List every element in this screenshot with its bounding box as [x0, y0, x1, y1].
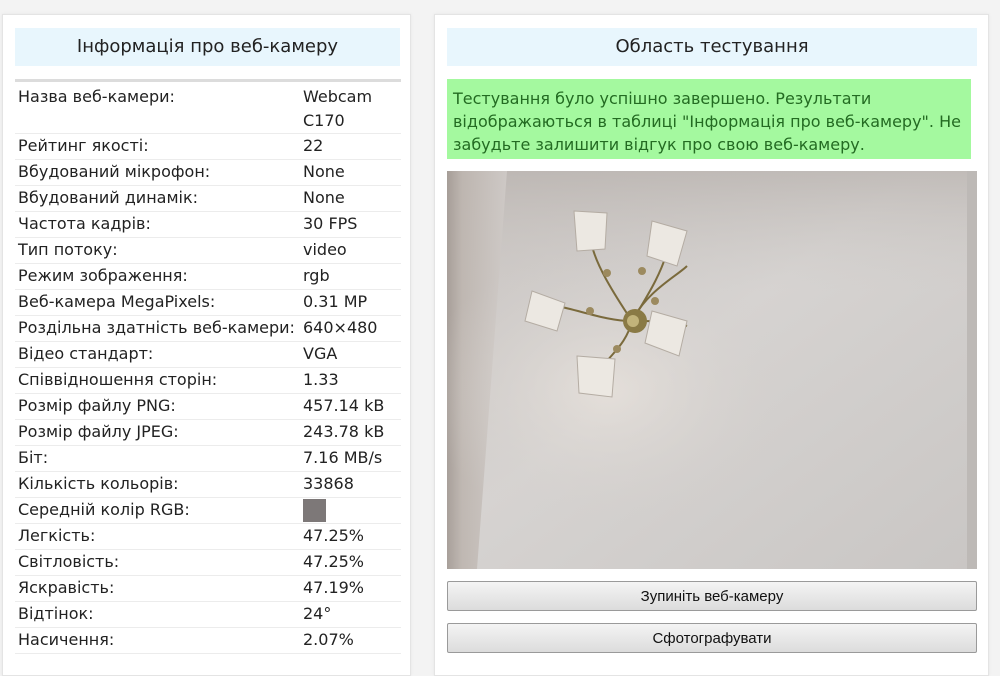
info-row: Світловість: 47.25% — [15, 549, 401, 576]
info-row: Яскравість: 47.19% — [15, 575, 401, 602]
info-value: 457.14 kB — [301, 393, 401, 420]
info-value: 47.25% — [301, 549, 401, 576]
info-row: Співвідношення сторін: 1.33 — [15, 367, 401, 394]
info-value: 22 — [301, 133, 401, 160]
info-label: Співвідношення сторін: — [15, 367, 301, 394]
info-value: 7.16 MB/s — [301, 445, 401, 472]
info-row: Розмір файлу JPEG: 243.78 kB — [15, 419, 401, 446]
info-label: Назва веб-камери: — [15, 80, 301, 134]
info-row: Середній колір RGB: — [15, 497, 401, 524]
info-value: 2.07% — [301, 627, 401, 654]
info-label: Роздільна здатність веб-камери: — [15, 315, 301, 342]
testing-area-title: Область тестування — [447, 28, 977, 66]
info-row: Кількість кольорів: 33868 — [15, 471, 401, 498]
testing-area-panel: Область тестування Тестування було успіш… — [434, 14, 989, 676]
info-label: Відтінок: — [15, 601, 301, 628]
info-row: Легкість: 47.25% — [15, 523, 401, 550]
info-value: 24° — [301, 601, 401, 628]
webcam-preview — [447, 171, 977, 569]
info-label: Режим зображення: — [15, 263, 301, 290]
info-value: 0.31 MP — [301, 289, 401, 316]
info-row: Рейтинг якості: 22 — [15, 133, 401, 160]
info-label: Розмір файлу JPEG: — [15, 419, 301, 446]
info-row: Частота кадрів: 30 FPS — [15, 211, 401, 238]
info-value: None — [301, 159, 401, 186]
webcam-info-panel: Інформація про веб-камеру Назва веб-каме… — [2, 14, 411, 676]
info-label: Рейтинг якості: — [15, 133, 301, 160]
webcam-frame-image — [447, 171, 977, 569]
info-label: Вбудований динамік: — [15, 185, 301, 212]
info-value: video — [301, 237, 401, 264]
success-message: Тестування було успішно завершено. Резул… — [447, 79, 971, 159]
info-row: Вбудований динамік: None — [15, 185, 401, 212]
info-value: 1.33 — [301, 367, 401, 394]
info-value: rgb — [301, 263, 401, 290]
info-label: Веб-камера MegaPixels: — [15, 289, 301, 316]
info-row: Тип потоку: video — [15, 237, 401, 264]
info-value: 47.25% — [301, 523, 401, 550]
info-label: Відео стандарт: — [15, 341, 301, 368]
info-label: Насичення: — [15, 627, 301, 654]
info-label: Середній колір RGB: — [15, 497, 301, 524]
stop-webcam-button[interactable]: Зупиніть веб-камеру — [447, 581, 977, 611]
webcam-info-title: Інформація про веб-камеру — [15, 28, 400, 66]
info-label: Біт: — [15, 445, 301, 472]
info-row: Вбудований мікрофон: None — [15, 159, 401, 186]
info-row: Режим зображення: rgb — [15, 263, 401, 290]
info-value: 640×480 — [301, 315, 401, 342]
webcam-info-table: Назва веб-камери: Webcam C170 Рейтинг якос… — [15, 79, 401, 654]
average-color-cell — [301, 497, 401, 524]
info-label: Розмір файлу PNG: — [15, 393, 301, 420]
info-label: Частота кадрів: — [15, 211, 301, 238]
info-row: Розмір файлу PNG: 457.14 kB — [15, 393, 401, 420]
info-row: Роздільна здатність веб-камери: 640×480 — [15, 315, 401, 342]
average-color-swatch — [303, 499, 326, 522]
info-label: Легкість: — [15, 523, 301, 550]
info-row: Насичення: 2.07% — [15, 627, 401, 654]
info-value: 243.78 kB — [301, 419, 401, 446]
info-value: 33868 — [301, 471, 401, 498]
info-label: Тип потоку: — [15, 237, 301, 264]
info-row: Біт: 7.16 MB/s — [15, 445, 401, 472]
info-row: Відео стандарт: VGA — [15, 341, 401, 368]
info-value: VGA — [301, 341, 401, 368]
info-label: Вбудований мікрофон: — [15, 159, 301, 186]
info-label: Кількість кольорів: — [15, 471, 301, 498]
info-value: 47.19% — [301, 575, 401, 602]
info-row: Відтінок: 24° — [15, 601, 401, 628]
info-row: Назва веб-камери: Webcam C170 — [15, 80, 401, 134]
info-label: Світловість: — [15, 549, 301, 576]
info-value: 30 FPS — [301, 211, 401, 238]
info-value: Webcam C170 — [301, 80, 401, 134]
take-photo-button[interactable]: Сфотографувати — [447, 623, 977, 653]
info-value: None — [301, 185, 401, 212]
info-label: Яскравість: — [15, 575, 301, 602]
info-row: Веб-камера MegaPixels: 0.31 MP — [15, 289, 401, 316]
